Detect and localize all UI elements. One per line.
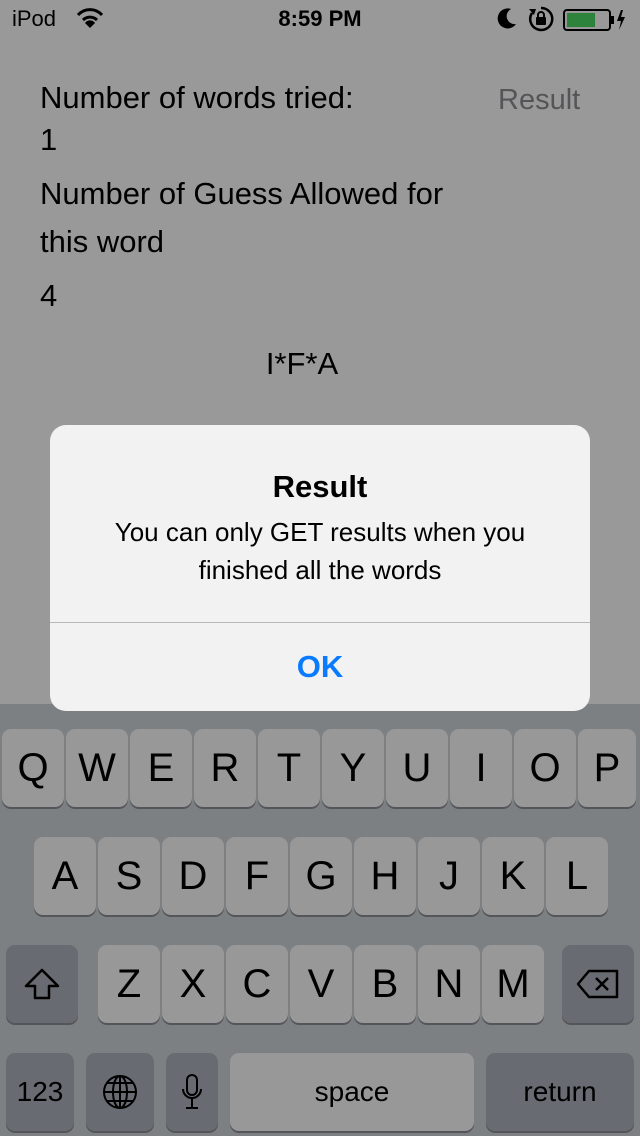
alert-message: You can only GET results when you finish… (114, 517, 526, 585)
alert-dialog: Result You can only GET results when you… (50, 425, 590, 711)
alert-ok-button[interactable]: OK (50, 623, 590, 711)
screen: iPod 8:59 PM Number of words tried: 1 Nu… (0, 0, 640, 1136)
alert-title: Result (272, 469, 368, 504)
